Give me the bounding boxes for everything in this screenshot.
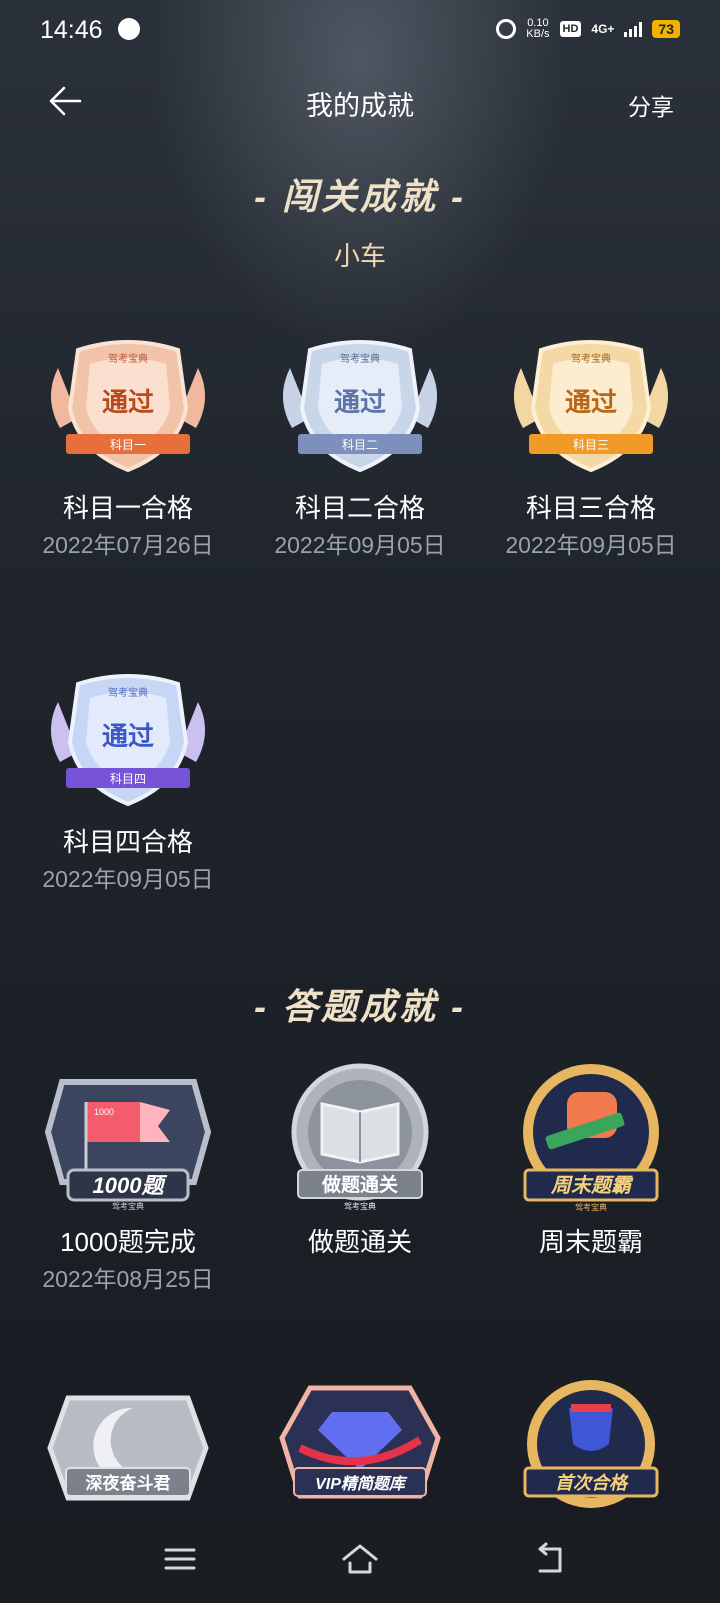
medal-text: 1000题 <box>93 1173 168 1198</box>
hd-icon: HD <box>559 21 582 37</box>
top-bar: 我的成就 分享 <box>0 64 720 136</box>
alarm-icon <box>496 19 517 39</box>
speed-unit: KB/s <box>526 28 550 40</box>
badge-date: 2022年09月05日 <box>505 532 677 558</box>
medal-logo: 驾考宝典 <box>108 352 148 365</box>
badge-subject-4[interactable]: 驾考宝典 通过 科目四 科目四合格 2022年09月05日 <box>13 672 243 894</box>
medal-subject-1-icon: 驾考宝典 通过 科目一 <box>50 340 206 473</box>
badge-name: 科目四合格 <box>62 827 193 857</box>
medal-text: 做题通关 <box>321 1173 398 1196</box>
signal-icon <box>624 21 643 37</box>
medal-ribbon: 科目二 <box>342 438 378 452</box>
medal-moon-icon: 深夜奋斗君 <box>47 1395 209 1501</box>
network-type: 4G+ <box>591 22 615 36</box>
badge-weekend-master[interactable]: 周末题霸 驾考宝典 周末题霸 <box>476 1062 706 1259</box>
medal-ribbon: 科目四 <box>110 772 146 786</box>
badge-subject-2[interactable]: 驾考宝典 通过 科目二 科目二合格 2022年09月05日 <box>245 338 475 560</box>
answer-section-title: - 答题成就 - <box>254 986 466 1027</box>
badge-name: 科目一合格 <box>62 493 193 523</box>
status-icons: 0.10 KB/s HD 4G+ 73 <box>496 18 680 40</box>
page-title: 我的成就 <box>306 91 414 121</box>
status-bar: 14:46 0.10 KB/s HD 4G+ 73 <box>0 0 720 64</box>
medal-text: 通过 <box>102 387 154 417</box>
badge-date: 2022年09月05日 <box>274 532 446 558</box>
badge-first-pass[interactable]: 首次合格 <box>476 1378 706 1528</box>
menu-icon[interactable] <box>160 1539 200 1579</box>
badge-name: 做题通关 <box>307 1227 412 1257</box>
badge-subject-3[interactable]: 驾考宝典 通过 科目三 科目三合格 2022年09月05日 <box>476 338 706 560</box>
medal-text: 通过 <box>334 387 386 417</box>
medal-ribbon: 科目三 <box>573 438 609 452</box>
back-icon[interactable] <box>530 1539 570 1579</box>
medal-text: 通过 <box>565 387 617 417</box>
medal-logo: 驾考宝典 <box>344 1201 376 1211</box>
clock: 14:46 <box>40 16 103 44</box>
medal-subject-3-icon: 驾考宝典 通过 科目三 <box>513 340 669 473</box>
medal-fist-icon: 周末题霸 驾考宝典 <box>523 1064 659 1212</box>
medal-text: 通过 <box>102 721 154 751</box>
wechat-icon <box>118 18 140 40</box>
badge-name: 科目二合格 <box>294 493 425 523</box>
medal-text: VIP精简题库 <box>315 1475 408 1493</box>
medal-logo: 驾考宝典 <box>340 352 380 365</box>
medal-logo: 驾考宝典 <box>112 1201 144 1211</box>
medal-logo: 驾考宝典 <box>108 686 148 699</box>
medal-subject-4-icon: 驾考宝典 通过 科目四 <box>50 674 206 807</box>
medal-subject-2-icon: 驾考宝典 通过 科目二 <box>282 340 438 473</box>
medal-diamond-icon: VIP精简题库 <box>279 1385 441 1499</box>
badge-date: 2022年09月05日 <box>42 866 214 892</box>
share-button[interactable]: 分享 <box>628 88 674 122</box>
badge-all-questions[interactable]: 做题通关 驾考宝典 做题通关 <box>245 1062 475 1259</box>
medal-trophy-icon: 首次合格 <box>523 1380 659 1508</box>
badge-name: 1000题完成 <box>60 1227 196 1257</box>
badge-vip[interactable]: VIP精简题库 <box>245 1378 475 1528</box>
badge-subject-1[interactable]: 驾考宝典 通过 科目一 科目一合格 2022年07月26日 <box>13 338 243 560</box>
medal-text: 首次合格 <box>555 1473 629 1493</box>
badge-name: 科目三合格 <box>525 493 656 523</box>
medal-1000-icon: 1000 1000题 驾考宝典 <box>44 1079 212 1211</box>
badge-date: 2022年07月26日 <box>42 532 214 558</box>
pass-section-title: - 闯关成就 - <box>254 176 466 217</box>
home-icon[interactable] <box>340 1539 380 1579</box>
badge-date: 2022年08月25日 <box>42 1266 214 1292</box>
medal-ribbon: 科目一 <box>110 438 146 452</box>
badge-1000-questions[interactable]: 1000 1000题 驾考宝典 1000题完成 2022年08月25日 <box>13 1062 243 1294</box>
badge-name: 周末题霸 <box>538 1227 643 1257</box>
network-speed: 0.10 KB/s <box>526 18 549 40</box>
vehicle-type-label: 小车 <box>333 241 386 271</box>
medal-text: 深夜奋斗君 <box>86 1473 171 1493</box>
medal-logo: 驾考宝典 <box>571 352 611 365</box>
medal-book-icon: 做题通关 驾考宝典 <box>291 1063 429 1211</box>
system-nav-bar <box>0 1517 720 1603</box>
flag-text: 1000 <box>94 1107 114 1117</box>
medal-text: 周末题霸 <box>550 1174 634 1197</box>
badge-late-night[interactable]: 深夜奋斗君 <box>13 1378 243 1528</box>
medal-logo: 驾考宝典 <box>575 1202 607 1212</box>
battery-icon: 73 <box>652 20 680 38</box>
